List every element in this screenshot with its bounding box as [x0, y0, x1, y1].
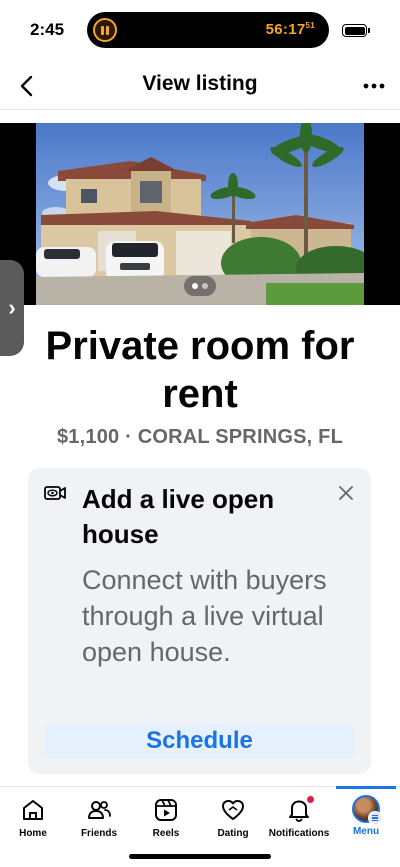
schedule-button[interactable]: Schedule — [45, 723, 354, 759]
page-title: View listing — [142, 72, 258, 95]
tab-home[interactable]: Home — [12, 787, 54, 847]
page-dot-active — [192, 283, 198, 289]
more-horizontal-icon — [363, 83, 385, 89]
status-bar: 2:45 56:1751 — [0, 0, 400, 60]
tab-label-menu: Menu — [352, 826, 380, 837]
dating-icon — [222, 800, 244, 820]
tab-reels[interactable]: Reels — [144, 787, 188, 847]
timer-main: 56:17 — [265, 21, 306, 38]
page-dot — [202, 283, 208, 289]
home-indicator — [129, 854, 271, 859]
listing-title: Private room for rent — [45, 324, 355, 416]
nav-header: View listing — [0, 62, 400, 110]
notification-badge — [306, 795, 315, 804]
tab-label-home: Home — [19, 828, 47, 839]
video-eye-icon — [44, 486, 66, 500]
close-icon[interactable] — [337, 484, 355, 502]
hamburger-icon — [368, 811, 382, 825]
chevron-right-icon: › — [8, 295, 16, 320]
live-open-house-card: Add a live open house Connect with buyer… — [28, 468, 371, 774]
tab-friends[interactable]: Friends — [76, 787, 122, 847]
card-description: Connect with buyers through a live virtu… — [82, 565, 327, 667]
tab-label-dating: Dating — [217, 828, 249, 839]
tab-label-notifications: Notifications — [268, 828, 330, 839]
friends-icon — [88, 801, 111, 819]
avatar-menu-icon — [352, 795, 382, 825]
tab-menu[interactable]: Menu — [346, 787, 386, 847]
timer-readout: 56:1751 — [266, 21, 315, 38]
battery-icon — [342, 24, 370, 37]
bottom-tab-bar: Home Friends Reels Dating Notifications … — [0, 786, 400, 846]
listing-price-location: $1,100 · CORAL SPRINGS, FL — [56, 426, 343, 448]
tab-notifications[interactable]: Notifications — [266, 787, 332, 847]
reels-icon — [155, 799, 177, 821]
status-time: 2:45 — [30, 20, 65, 39]
photo-page-indicator — [184, 276, 216, 296]
timer-pause-icon — [93, 18, 117, 42]
tab-dating[interactable]: Dating — [210, 787, 256, 847]
tab-label-friends: Friends — [80, 828, 118, 839]
dynamic-island[interactable]: 56:1751 — [87, 12, 329, 48]
tab-label-reels: Reels — [152, 828, 180, 839]
card-title: Add a live open house — [82, 484, 275, 549]
avatar — [352, 795, 382, 825]
more-options-button[interactable] — [360, 72, 388, 100]
timer-sub: 51 — [305, 21, 315, 30]
home-icon — [23, 800, 43, 820]
bell-icon-wrap — [286, 795, 315, 823]
